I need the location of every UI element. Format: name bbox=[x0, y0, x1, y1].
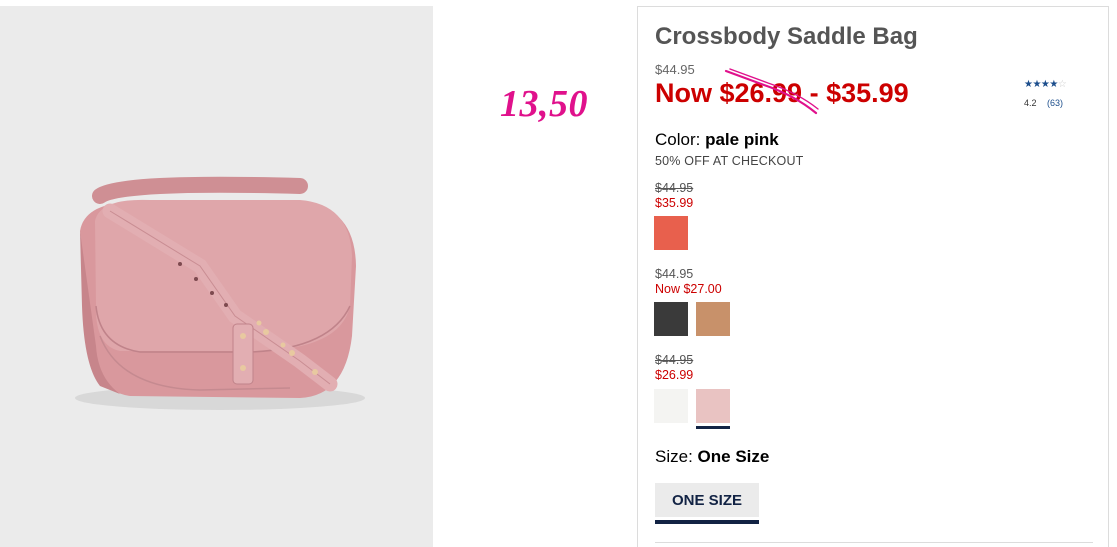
color-swatch-coral[interactable] bbox=[654, 216, 688, 250]
product-title: Crossbody Saddle Bag bbox=[655, 23, 918, 50]
price-group: $44.95 $26.99 bbox=[655, 353, 693, 383]
color-label-text: Color: bbox=[655, 130, 706, 149]
promo-text: 50% OFF AT CHECKOUT bbox=[655, 154, 804, 168]
strikethrough-scribble-icon bbox=[724, 68, 819, 115]
original-price: $44.95 bbox=[655, 62, 695, 77]
price-group-original: $44.95 bbox=[655, 181, 694, 195]
price-group: $44.95 $35.99 bbox=[655, 181, 693, 211]
product-page: 13,50 Crossbody Saddle Bag $44.95 Now $2… bbox=[0, 0, 1117, 547]
product-image[interactable] bbox=[0, 6, 433, 547]
selected-size-indicator bbox=[655, 520, 759, 524]
review-count-link[interactable]: (63) bbox=[1047, 98, 1063, 108]
color-swatch-pale-pink[interactable] bbox=[696, 389, 730, 423]
empty-star-icon: ☆ bbox=[1057, 79, 1067, 90]
saddle-bag-illustration bbox=[75, 176, 365, 410]
filled-stars: ★★★★ bbox=[1024, 79, 1058, 90]
color-swatch-tan[interactable] bbox=[696, 302, 730, 336]
price-group-sale: Now $27.00 bbox=[655, 282, 722, 296]
rating-stars-icon: ★★★★☆ bbox=[1024, 79, 1094, 90]
selected-size: One Size bbox=[697, 447, 770, 466]
color-swatch-black[interactable] bbox=[654, 302, 688, 336]
product-rating[interactable]: ★★★★☆ 4.2 (63) bbox=[1024, 79, 1094, 108]
selected-swatch-indicator bbox=[696, 426, 730, 429]
product-details-panel: Crossbody Saddle Bag $44.95 Now $26.99 -… bbox=[637, 6, 1109, 547]
price-group-original: $44.95 bbox=[655, 267, 694, 281]
price-group-sale: $35.99 bbox=[655, 196, 694, 210]
rating-value: 4.2 bbox=[1024, 98, 1037, 108]
color-swatch-white[interactable] bbox=[654, 389, 688, 423]
color-label: Color: pale pink bbox=[655, 130, 779, 150]
size-option-button[interactable]: ONE SIZE bbox=[655, 483, 759, 517]
price-group-original: $44.95 bbox=[655, 353, 694, 367]
price-group-sale: $26.99 bbox=[655, 368, 694, 382]
divider bbox=[655, 542, 1093, 543]
selected-color: pale pink bbox=[705, 130, 779, 149]
handwritten-price-note: 13,50 bbox=[500, 83, 588, 125]
price-group: $44.95 Now $27.00 bbox=[655, 267, 722, 297]
size-label: Size: One Size bbox=[655, 447, 769, 467]
size-label-text: Size: bbox=[655, 447, 698, 466]
